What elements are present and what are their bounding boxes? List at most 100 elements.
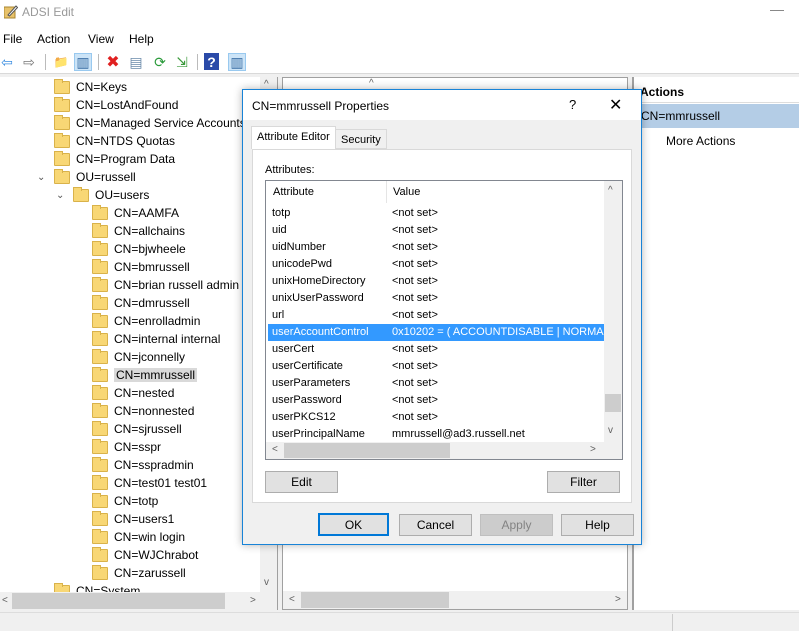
scrollbar-thumb[interactable] <box>284 443 450 458</box>
tree-item[interactable]: CN=nonnested <box>92 402 194 420</box>
menu-file[interactable]: File <box>3 32 22 46</box>
scroll-left-icon[interactable]: < <box>289 594 295 605</box>
help-icon[interactable]: ? <box>204 53 219 70</box>
attribute-row[interactable]: userPassword <not set> <box>268 392 604 409</box>
attribute-row[interactable]: userCertificate <not set> <box>268 358 604 375</box>
scroll-left-icon[interactable]: < <box>2 595 8 606</box>
attributes-list[interactable]: Attribute Value userPrincipalName mmrusse… <box>265 180 623 460</box>
refresh-icon[interactable]: ⟳ <box>151 53 169 71</box>
menu-view[interactable]: View <box>88 32 114 46</box>
help-button[interactable]: Help <box>561 514 634 536</box>
minimize-button[interactable] <box>770 10 784 11</box>
attribute-row[interactable]: url <not set> <box>268 307 604 324</box>
show-hide-tree-icon[interactable]: ▥ <box>74 53 92 71</box>
actions-selected-object[interactable]: CN=mmrussell <box>634 104 799 128</box>
tree-item[interactable]: CN=zarussell <box>92 564 186 582</box>
back-icon[interactable]: ⇦ <box>0 53 16 71</box>
tree-horizontal-scrollbar[interactable]: < > <box>0 592 277 610</box>
show-hide-action-pane-icon[interactable]: ▥ <box>228 53 246 71</box>
delete-icon[interactable]: ✖ <box>104 53 122 71</box>
scroll-down-icon[interactable]: v <box>608 425 613 436</box>
attribute-row[interactable]: uidNumber <not set> <box>268 239 604 256</box>
attribute-value: <not set> <box>392 258 438 270</box>
attribute-value: <not set> <box>392 360 438 372</box>
scroll-right-icon[interactable]: > <box>590 444 596 455</box>
dialog-help-button[interactable]: ? <box>569 97 576 112</box>
tree-item[interactable]: CN=win login <box>92 528 185 546</box>
filter-button[interactable]: Filter <box>547 471 620 493</box>
edit-button[interactable]: Edit <box>265 471 338 493</box>
scroll-up-icon[interactable]: ^ <box>608 185 613 196</box>
scrollbar-thumb[interactable] <box>12 593 225 609</box>
attribute-row[interactable]: totp <not set> <box>268 205 604 222</box>
menu-action[interactable]: Action <box>37 32 70 46</box>
tree-item[interactable]: CN=test01 test01 <box>92 474 207 492</box>
more-actions-link[interactable]: More Actions <box>666 134 735 148</box>
attribute-row[interactable]: userPKCS12 <not set> <box>268 409 604 426</box>
expand-chevron-icon[interactable]: ⌄ <box>56 190 64 201</box>
tab-attribute-editor[interactable]: Attribute Editor <box>251 126 336 149</box>
scrollbar-thumb[interactable] <box>301 592 449 608</box>
dialog-close-button[interactable]: ✕ <box>609 95 622 115</box>
ok-button[interactable]: OK <box>318 513 389 536</box>
tree-item-ou-russell[interactable]: ⌄ OU=russell <box>37 168 136 186</box>
tree-item-ou-users[interactable]: ⌄ OU=users <box>56 186 149 204</box>
attribute-row[interactable]: unixUserPassword <not set> <box>268 290 604 307</box>
tab-security[interactable]: Security <box>335 129 387 149</box>
attribute-row[interactable]: userParameters <not set> <box>268 375 604 392</box>
tree-item[interactable]: CN=bmrussell <box>92 258 190 276</box>
tree-item[interactable]: CN=LostAndFound <box>54 96 178 114</box>
export-list-glyph: ⇲ <box>176 53 188 70</box>
tree-item[interactable]: CN=users1 <box>92 510 174 528</box>
scroll-down-icon[interactable]: v <box>264 577 269 588</box>
scroll-right-icon[interactable]: > <box>615 594 621 605</box>
tree-item[interactable]: CN=sspradmin <box>92 456 194 474</box>
up-folder-icon[interactable]: 📁 <box>52 53 70 71</box>
tree-item[interactable]: CN=internal internal <box>92 330 220 348</box>
tree-item[interactable]: CN=enrolladmin <box>92 312 200 330</box>
tree-item[interactable]: CN=sspr <box>92 438 161 456</box>
tree-item[interactable]: CN=WJChrabot <box>92 546 198 564</box>
tree-item[interactable]: CN=NTDS Quotas <box>54 132 175 150</box>
scroll-left-icon[interactable]: < <box>272 444 278 455</box>
tree-item[interactable]: CN=allchains <box>92 222 185 240</box>
properties-icon[interactable]: ▤ <box>127 53 145 71</box>
attribute-row[interactable]: userAccountControl 0x10202 = ( ACCOUNTDIS… <box>268 324 622 341</box>
tree-item-label: CN=users1 <box>114 512 175 526</box>
tree-item[interactable]: CN=dmrussell <box>92 294 190 312</box>
folder-icon <box>92 330 108 346</box>
expand-chevron-icon[interactable]: ⌄ <box>37 172 45 183</box>
tree-item-label: CN=bmrussell <box>114 260 190 274</box>
attributes-vertical-scrollbar[interactable]: ^ v <box>604 181 622 442</box>
tree-item[interactable]: CN=AAMFA <box>92 204 179 222</box>
tree-item[interactable]: CN=jconnelly <box>92 348 185 366</box>
tree-item[interactable]: CN=totp <box>92 492 158 510</box>
column-header-attribute[interactable]: Attribute <box>273 186 314 198</box>
details-horizontal-scrollbar[interactable]: < > <box>283 591 627 609</box>
attribute-row[interactable]: userPrincipalName mmrussell@ad3.russell.n… <box>268 426 604 443</box>
attribute-row[interactable]: unixHomeDirectory <not set> <box>268 273 604 290</box>
menu-help[interactable]: Help <box>129 32 154 46</box>
tree-item[interactable]: CN=brian russell admin <box>92 276 239 294</box>
tree-item[interactable]: CN=sjrussell <box>92 420 182 438</box>
tree-item[interactable]: CN=Keys <box>54 78 127 96</box>
attribute-row[interactable]: uid <not set> <box>268 222 604 239</box>
tree-item[interactable]: CN=nested <box>92 384 174 402</box>
column-separator[interactable] <box>386 181 387 203</box>
list-header: Attribute Value <box>266 181 606 203</box>
scroll-right-icon[interactable]: > <box>250 595 256 606</box>
scrollbar-thumb[interactable] <box>605 394 621 412</box>
attribute-row[interactable]: userCert <not set> <box>268 341 604 358</box>
tree-item[interactable]: CN=Managed Service Accounts <box>54 114 246 132</box>
folder-icon <box>54 114 70 130</box>
tree-item[interactable]: CN=bjwheele <box>92 240 186 258</box>
forward-icon[interactable]: ⇨ <box>20 53 38 71</box>
export-list-icon[interactable]: ⇲ <box>173 53 191 71</box>
cancel-button[interactable]: Cancel <box>399 514 472 536</box>
tree-item[interactable]: CN=mmrussell <box>92 366 198 384</box>
tree-item[interactable]: CN=Program Data <box>54 150 175 168</box>
attribute-row[interactable]: unicodePwd <not set> <box>268 256 604 273</box>
folder-icon <box>54 168 70 184</box>
attributes-horizontal-scrollbar[interactable]: < > <box>266 442 622 459</box>
column-header-value[interactable]: Value <box>393 186 420 198</box>
